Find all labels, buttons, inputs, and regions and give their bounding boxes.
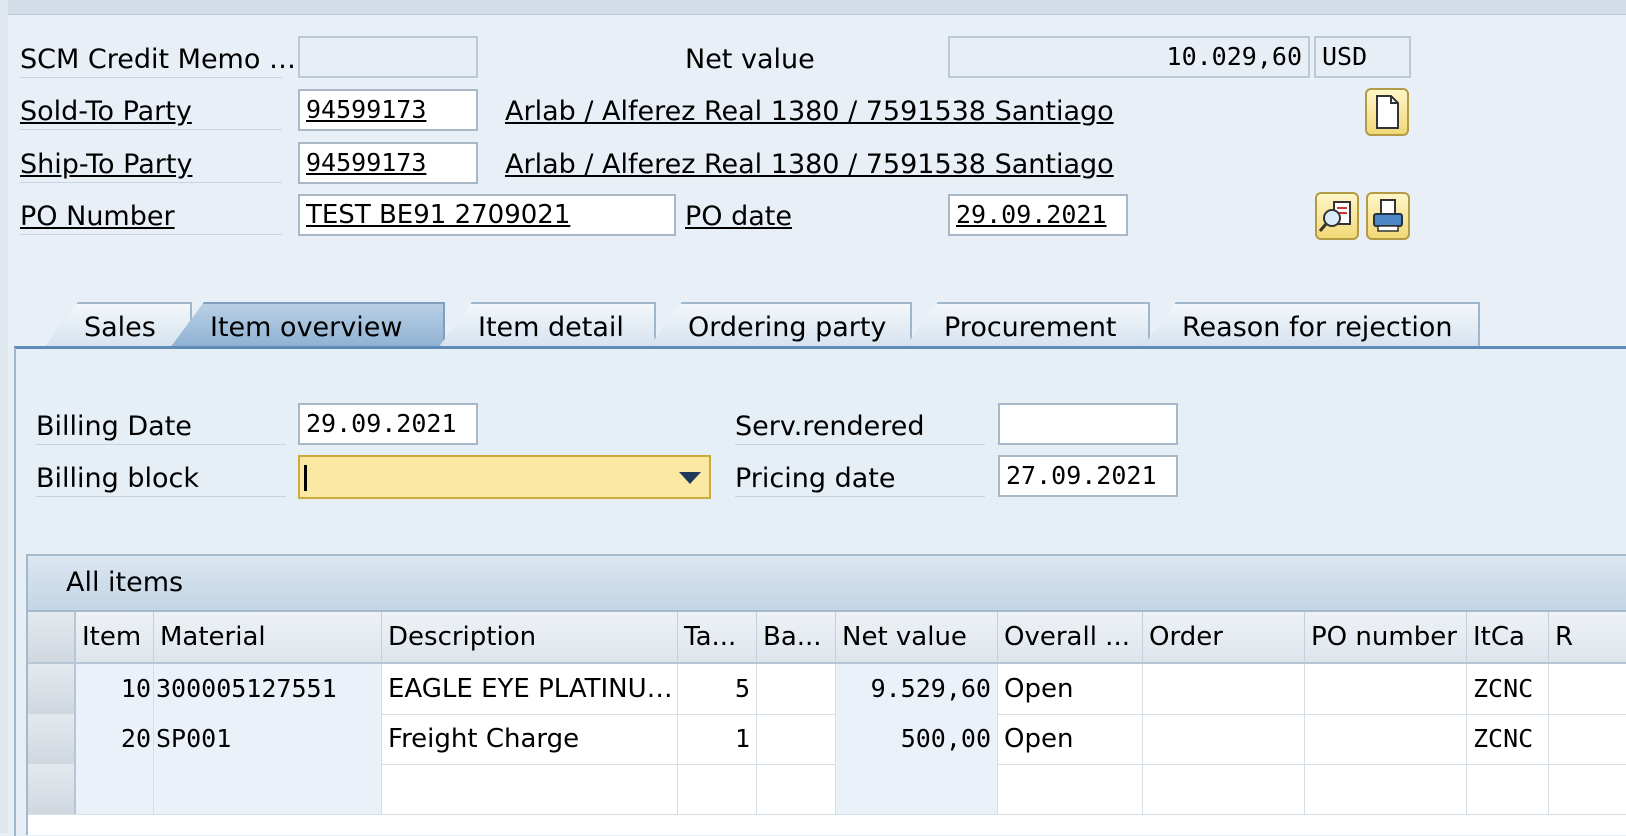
net-value-label: Net value	[685, 44, 815, 75]
col-net-value[interactable]: Net value	[836, 612, 998, 662]
table-row[interactable]	[28, 764, 1626, 815]
select-all-button[interactable]	[28, 612, 76, 662]
cell-item-category[interactable]	[1467, 764, 1549, 814]
ship-to-label[interactable]: Ship-To Party	[20, 148, 282, 183]
col-overall-status[interactable]: Overall ...	[998, 612, 1143, 662]
po-date-field[interactable]: 29.09.2021	[948, 194, 1128, 236]
serv-rendered-label: Serv.rendered	[735, 410, 985, 445]
cell-order[interactable]	[1143, 714, 1305, 764]
po-date-label[interactable]: PO date	[685, 200, 792, 234]
doc-number-field	[298, 36, 478, 78]
cell-material[interactable]: SP001	[154, 714, 382, 764]
chevron-down-icon[interactable]	[679, 472, 701, 484]
cell-base-unit[interactable]	[757, 664, 836, 714]
cell-base-unit[interactable]	[757, 764, 836, 814]
cell-net-value[interactable]	[836, 764, 998, 814]
table-title-bar: All items	[28, 556, 1626, 612]
document-icon[interactable]	[1365, 88, 1409, 136]
cell-material[interactable]	[154, 764, 382, 814]
col-base-unit[interactable]: Ba...	[757, 612, 836, 662]
col-target-qty[interactable]: Ta...	[678, 612, 757, 662]
col-r[interactable]: R	[1549, 612, 1626, 662]
tab-reason-for-rejection[interactable]: Reason for rejection	[1142, 302, 1480, 348]
cell-r[interactable]	[1549, 764, 1626, 814]
tab-sales[interactable]: Sales	[44, 302, 192, 348]
tab-ordering-party[interactable]: Ordering party	[648, 302, 912, 348]
cell-base-unit[interactable]	[757, 714, 836, 764]
cell-po-number[interactable]	[1305, 714, 1467, 764]
billing-block-label: Billing block	[36, 462, 286, 497]
cell-target-qty[interactable]: 1	[678, 714, 757, 764]
tab-item-overview[interactable]: Item overview	[170, 302, 445, 348]
cell-target-qty[interactable]: 5	[678, 664, 757, 714]
top-toolbar-strip	[0, 0, 1626, 15]
cell-description[interactable]: Freight Charge	[382, 714, 678, 764]
col-order[interactable]: Order	[1143, 612, 1305, 662]
tab-item-detail[interactable]: Item detail	[438, 302, 656, 348]
cell-item[interactable]: 10	[76, 664, 154, 714]
col-material[interactable]: Material	[154, 612, 382, 662]
ship-to-field[interactable]: 94599173	[298, 142, 478, 184]
left-edge	[0, 0, 8, 833]
cell-r[interactable]	[1549, 664, 1626, 714]
sold-to-value: 94599173	[306, 95, 427, 124]
tab-procurement[interactable]: Procurement	[904, 302, 1150, 348]
row-selector[interactable]	[28, 714, 76, 764]
row-selector[interactable]	[28, 764, 76, 814]
col-description[interactable]: Description	[382, 612, 678, 662]
cell-po-number[interactable]	[1305, 764, 1467, 814]
cell-po-number[interactable]	[1305, 664, 1467, 714]
col-po-number[interactable]: PO number	[1305, 612, 1467, 662]
cell-description[interactable]: EAGLE EYE PLATINU…	[382, 664, 678, 714]
currency-field: USD	[1314, 36, 1411, 78]
cell-overall-status[interactable]	[998, 764, 1143, 814]
table-row[interactable]: 10 300005127551 EAGLE EYE PLATINU… 5 9.5…	[28, 664, 1626, 715]
po-date-value: 29.09.2021	[956, 200, 1107, 229]
cell-description[interactable]	[382, 764, 678, 814]
po-number-label[interactable]: PO Number	[20, 200, 282, 235]
billing-date-label: Billing Date	[36, 410, 286, 445]
row-selector[interactable]	[28, 664, 76, 714]
po-number-value: TEST BE91 2709021	[306, 200, 571, 230]
pricing-date-field[interactable]: 27.09.2021	[998, 455, 1178, 497]
printer-icon[interactable]	[1366, 192, 1410, 240]
doc-label: SCM Credit Memo …	[20, 43, 296, 78]
cell-overall-status[interactable]: Open	[998, 664, 1143, 714]
text-cursor	[304, 465, 307, 491]
cell-r[interactable]	[1549, 714, 1626, 764]
billing-block-dropdown[interactable]	[298, 455, 711, 499]
items-table: All items Item Material Description Ta..…	[26, 554, 1626, 835]
magnify-document-icon[interactable]	[1315, 192, 1359, 240]
cell-item-category[interactable]: ZCNC	[1467, 664, 1549, 714]
col-item-category[interactable]: ItCa	[1467, 612, 1549, 662]
cell-item-category[interactable]: ZCNC	[1467, 714, 1549, 764]
table-title: All items	[66, 567, 184, 598]
cell-item[interactable]	[76, 764, 154, 814]
ship-to-value: 94599173	[306, 148, 427, 177]
net-value-field: 10.029,60	[948, 36, 1310, 78]
cell-order[interactable]	[1143, 664, 1305, 714]
sold-to-address-link[interactable]: Arlab / Alferez Real 1380 / 7591538 Sant…	[505, 95, 1114, 129]
table-row[interactable]: 20 SP001 Freight Charge 1 500,00 Open ZC…	[28, 714, 1626, 765]
pricing-date-label: Pricing date	[735, 462, 985, 497]
table-header: Item Material Description Ta... Ba... Ne…	[28, 612, 1626, 664]
cell-net-value[interactable]: 9.529,60	[836, 664, 998, 714]
cell-item[interactable]: 20	[76, 714, 154, 764]
cell-overall-status[interactable]: Open	[998, 714, 1143, 764]
cell-material[interactable]: 300005127551	[154, 664, 382, 714]
serv-rendered-field[interactable]	[998, 403, 1178, 445]
sold-to-label[interactable]: Sold-To Party	[20, 95, 282, 130]
po-number-field[interactable]: TEST BE91 2709021	[298, 194, 676, 236]
cell-order[interactable]	[1143, 764, 1305, 814]
billing-date-field[interactable]: 29.09.2021	[298, 403, 478, 445]
cell-net-value[interactable]: 500,00	[836, 714, 998, 764]
col-item[interactable]: Item	[76, 612, 154, 662]
sold-to-field[interactable]: 94599173	[298, 89, 478, 131]
ship-to-address-link[interactable]: Arlab / Alferez Real 1380 / 7591538 Sant…	[505, 148, 1114, 182]
cell-target-qty[interactable]	[678, 764, 757, 814]
